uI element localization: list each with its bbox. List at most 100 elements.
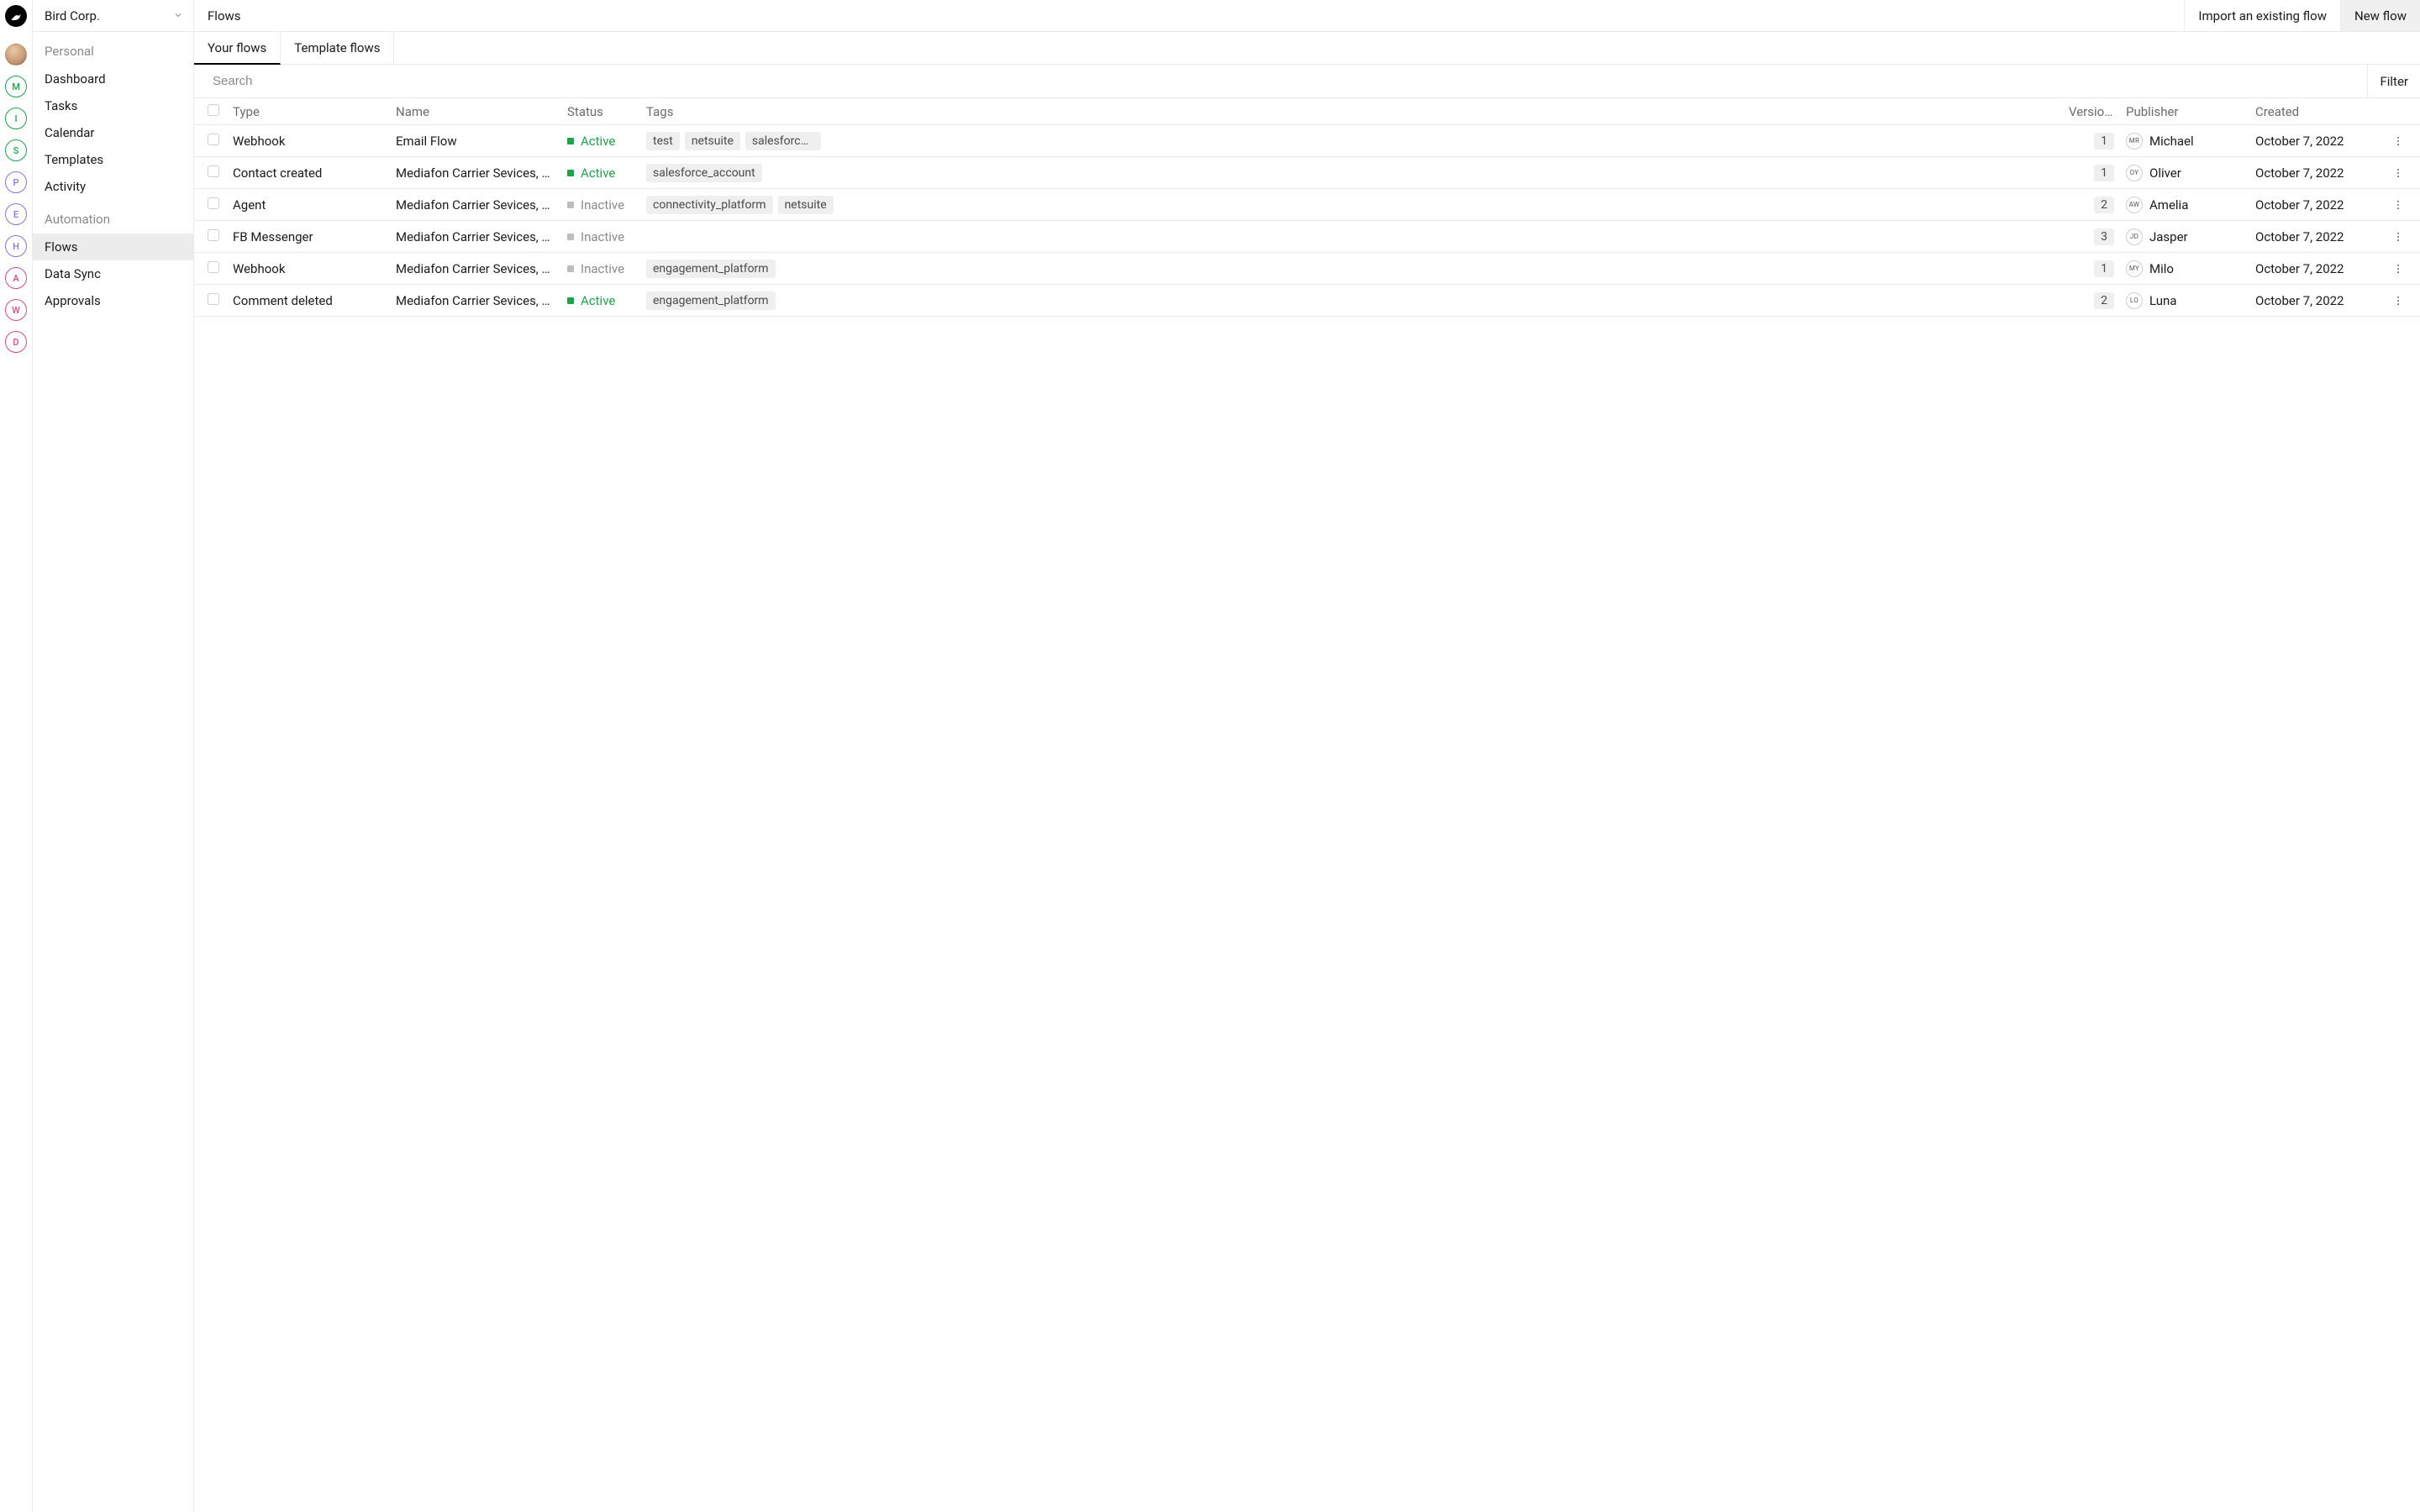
status-badge: Inactive [567,229,624,244]
sidebar-item-tasks[interactable]: Tasks [33,92,193,119]
status-badge: Inactive [567,261,624,276]
new-flow-button[interactable]: New flow [2340,0,2420,31]
table-header: Type Name Status Tags Versions Publisher… [194,98,2420,125]
row-type: Contact created [233,165,396,181]
col-status[interactable]: Status [567,104,646,119]
publisher-avatar: OY [2126,165,2143,181]
row-checkbox[interactable] [208,261,219,273]
select-all-checkbox[interactable] [208,104,219,116]
row-actions-menu[interactable] [2393,199,2404,211]
table-row[interactable]: Comment deletedMediafon Carrier Sevices,… [194,285,2420,317]
filter-button[interactable]: Filter [2367,65,2420,97]
workspace-badge[interactable]: S [5,139,27,161]
chevron-down-icon [173,8,183,24]
tag: netsuite [685,132,740,150]
workspace-badge[interactable]: I [5,108,27,129]
publisher-avatar: JD [2126,228,2143,245]
status-badge: Active [567,293,615,308]
status-badge: Active [567,165,615,181]
publisher-avatar: LO [2126,292,2143,309]
row-created: October 7, 2022 [2255,261,2393,276]
row-checkbox[interactable] [208,165,219,177]
row-created: October 7, 2022 [2255,197,2393,213]
topbar: Flows Import an existing flow New flow [194,0,2420,32]
version-badge: 2 [2094,197,2114,213]
table-row[interactable]: AgentMediafon Carrier Sevices, U...Inact… [194,189,2420,221]
status-text: Inactive [581,261,624,276]
workspace-badge[interactable]: P [5,171,27,193]
publisher-avatar: MY [2126,260,2143,277]
kebab-icon [2393,199,2404,211]
workspace-badge[interactable]: D [5,331,27,353]
row-checkbox[interactable] [208,197,219,209]
kebab-icon [2393,263,2404,275]
app-logo[interactable] [5,5,27,27]
workspace-rail: MISPEHAWD [0,0,33,1512]
row-name: Mediafon Carrier Sevices, U... [396,293,567,308]
table-row[interactable]: Contact createdMediafon Carrier Sevices,… [194,157,2420,189]
status-dot-icon [567,170,574,176]
tag: salesforce_account [745,132,821,150]
row-created: October 7, 2022 [2255,165,2393,181]
row-checkbox[interactable] [208,134,219,145]
import-flow-button[interactable]: Import an existing flow [2184,0,2340,31]
table-row[interactable]: WebhookEmail FlowActivetestnetsuitesales… [194,125,2420,157]
flows-table: Type Name Status Tags Versions Publisher… [194,98,2420,317]
org-switcher[interactable]: Bird Corp. [33,0,193,32]
table-row[interactable]: WebhookMediafon Carrier Sevices, U...Ina… [194,253,2420,285]
sidebar-section-label: Personal [33,32,193,66]
row-actions-menu[interactable] [2393,295,2404,307]
col-publisher[interactable]: Publisher [2126,104,2255,119]
status-badge: Inactive [567,197,624,213]
workspace-badge[interactable]: W [5,299,27,321]
version-badge: 2 [2094,292,2114,309]
search-input[interactable] [194,65,2367,97]
sidebar-item-dashboard[interactable]: Dashboard [33,66,193,92]
sidebar-item-calendar[interactable]: Calendar [33,119,193,146]
row-name: Mediafon Carrier Sevices, U... [396,197,567,213]
tab-your-flows[interactable]: Your flows [194,32,281,65]
workspace-badge[interactable]: A [5,267,27,289]
sidebar-item-activity[interactable]: Activity [33,173,193,200]
kebab-icon [2393,167,2404,179]
row-checkbox[interactable] [208,293,219,305]
row-name: Email Flow [396,134,567,149]
publisher-name: Amelia [2149,197,2188,213]
sidebar-item-templates[interactable]: Templates [33,146,193,173]
col-name[interactable]: Name [396,104,567,119]
row-actions-menu[interactable] [2393,263,2404,275]
workspace-badge[interactable]: M [5,76,27,97]
publisher-name: Milo [2149,261,2174,276]
row-type: FB Messenger [233,229,396,244]
row-created: October 7, 2022 [2255,229,2393,244]
tag: salesforce_account [646,164,762,182]
current-user-avatar[interactable] [5,44,27,66]
table-row[interactable]: FB MessengerMediafon Carrier Sevices, U.… [194,221,2420,253]
status-badge: Active [567,134,615,149]
version-badge: 1 [2094,260,2114,277]
publisher-avatar: MR [2126,133,2143,150]
tab-template-flows[interactable]: Template flows [281,32,394,64]
kebab-icon [2393,231,2404,243]
sidebar-item-data-sync[interactable]: Data Sync [33,260,193,287]
row-type: Webhook [233,261,396,276]
row-type: Comment deleted [233,293,396,308]
sidebar-item-flows[interactable]: Flows [33,234,193,260]
workspace-badge[interactable]: H [5,235,27,257]
col-versions[interactable]: Versions [2069,104,2126,119]
workspace-badge[interactable]: E [5,203,27,225]
sidebar: Bird Corp. PersonalDashboardTasksCalenda… [33,0,194,1512]
col-tags[interactable]: Tags [646,104,2069,119]
row-actions-menu[interactable] [2393,231,2404,243]
col-created[interactable]: Created [2255,104,2393,119]
status-text: Active [581,134,615,149]
bird-icon [10,10,22,22]
row-actions-menu[interactable] [2393,135,2404,147]
col-type[interactable]: Type [233,104,396,119]
sidebar-item-approvals[interactable]: Approvals [33,287,193,314]
org-name: Bird Corp. [45,8,100,24]
row-checkbox[interactable] [208,229,219,241]
row-actions-menu[interactable] [2393,167,2404,179]
status-text: Active [581,165,615,181]
tabs: Your flowsTemplate flows [194,32,2420,65]
